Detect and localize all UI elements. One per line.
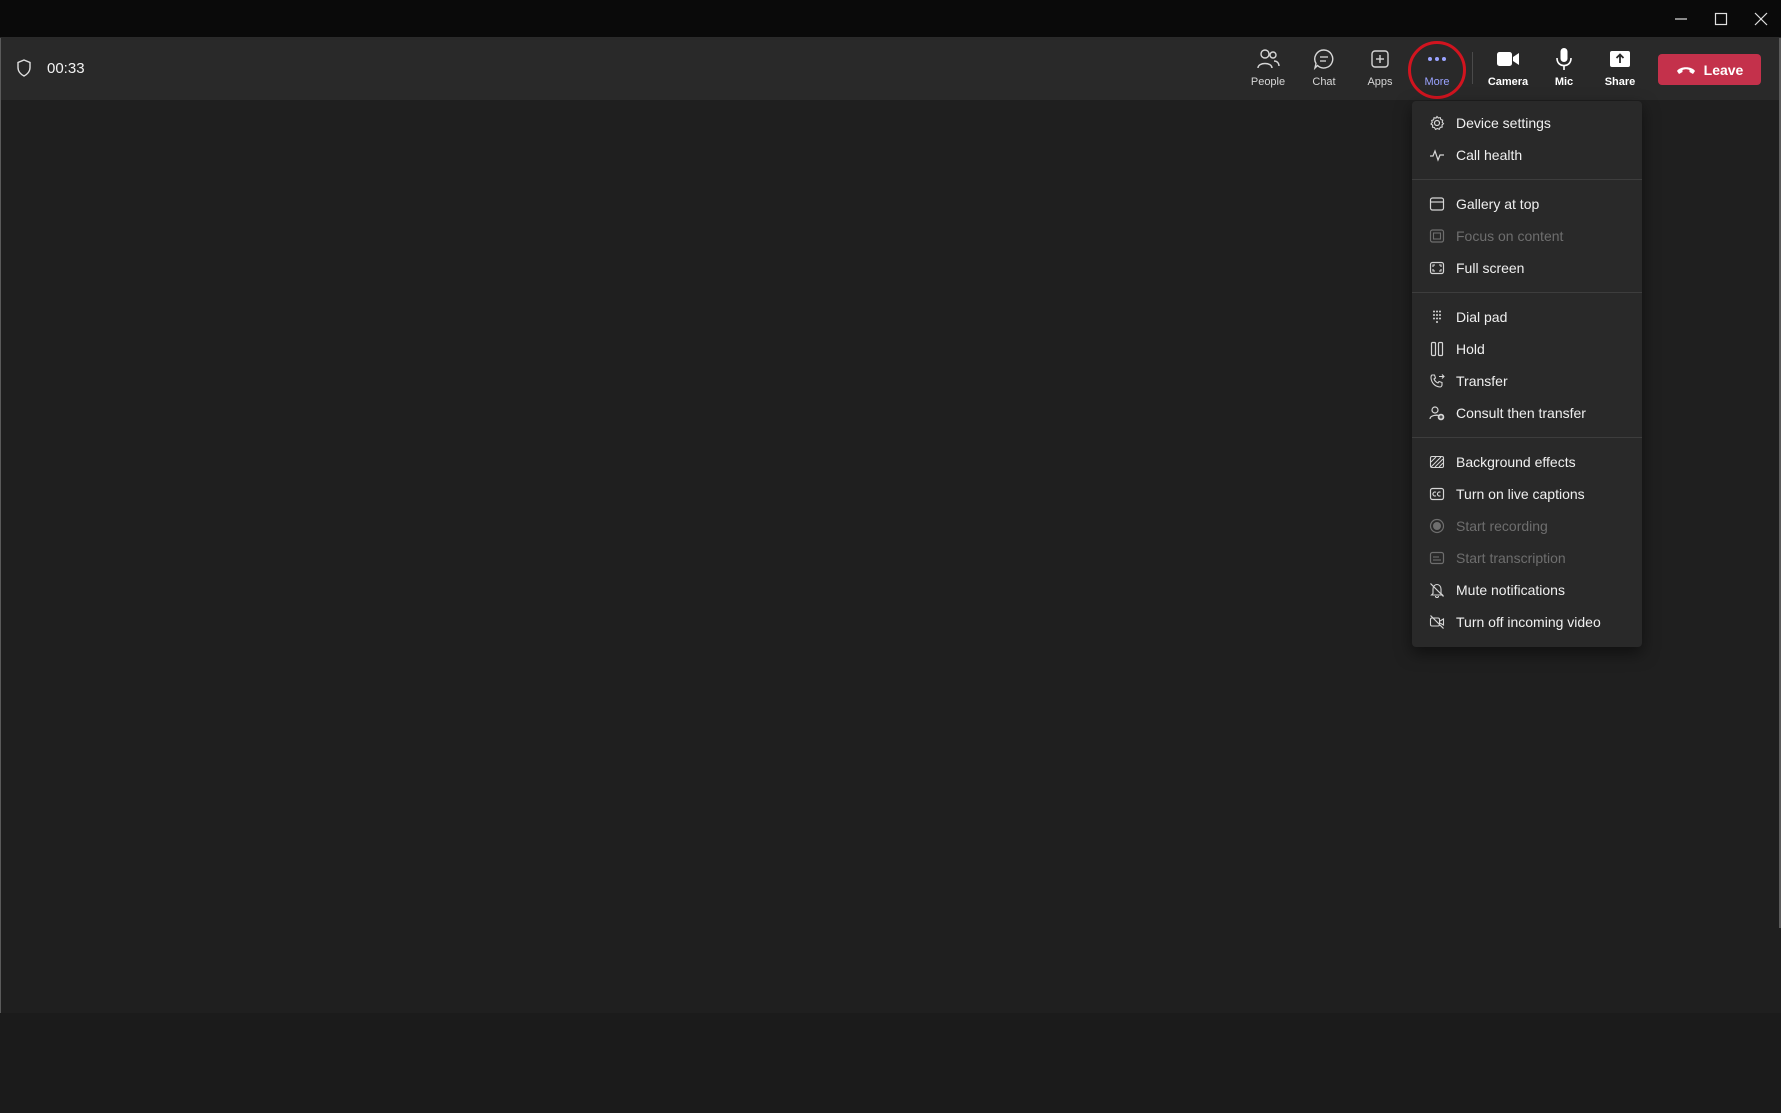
- menu-item-device-settings[interactable]: Device settings: [1412, 107, 1642, 139]
- menu-item-label: Gallery at top: [1456, 196, 1540, 212]
- minimize-button[interactable]: [1661, 0, 1701, 38]
- menu-item-start-transcription[interactable]: Start transcription: [1412, 542, 1642, 574]
- menu-item-label: Start recording: [1456, 518, 1548, 534]
- menu-item-label: Call health: [1456, 147, 1523, 163]
- menu-divider: [1412, 179, 1642, 180]
- menu-item-dial-pad[interactable]: Dial pad: [1412, 301, 1642, 333]
- gear-icon: [1430, 115, 1445, 131]
- more-button[interactable]: More: [1410, 46, 1464, 94]
- menu-item-focus-on-content[interactable]: Focus on content: [1412, 220, 1642, 252]
- menu-item-label: Mute notifications: [1456, 582, 1565, 598]
- transfer-icon: [1430, 374, 1445, 388]
- more-label: More: [1424, 76, 1450, 88]
- close-button[interactable]: [1741, 0, 1781, 38]
- shield-icon: [17, 59, 31, 77]
- more-options-menu: Device settings Call health Gallery at t…: [1412, 101, 1642, 647]
- menu-divider: [1412, 292, 1642, 293]
- video-off-icon: [1429, 615, 1445, 629]
- microphone-icon: [1556, 48, 1572, 70]
- apps-button[interactable]: Apps: [1353, 46, 1407, 94]
- apps-icon: [1371, 50, 1389, 68]
- menu-item-live-captions[interactable]: Turn on live captions: [1412, 478, 1642, 510]
- chat-button[interactable]: Chat: [1297, 46, 1351, 94]
- menu-item-label: Background effects: [1456, 454, 1576, 470]
- gallery-icon: [1429, 197, 1445, 211]
- menu-item-background-effects[interactable]: Background effects: [1412, 446, 1642, 478]
- dialpad-icon: [1433, 310, 1441, 323]
- camera-icon: [1497, 52, 1519, 66]
- menu-item-turn-off-incoming-video[interactable]: Turn off incoming video: [1412, 606, 1642, 638]
- menu-item-call-health[interactable]: Call health: [1412, 139, 1642, 171]
- focus-icon: [1429, 229, 1445, 243]
- menu-item-start-recording[interactable]: Start recording: [1412, 510, 1642, 542]
- window-border-left: [0, 38, 1, 1013]
- mic-label: Mic: [1554, 76, 1574, 88]
- menu-item-label: Dial pad: [1456, 309, 1508, 325]
- menu-item-label: Turn off incoming video: [1456, 614, 1601, 630]
- taskbar-area: [0, 1013, 1781, 1113]
- menu-item-label: Hold: [1456, 341, 1485, 357]
- title-bar: [0, 0, 1781, 38]
- share-screen-icon: [1610, 51, 1630, 67]
- fullscreen-icon: [1429, 261, 1445, 275]
- leave-button[interactable]: Leave: [1658, 54, 1761, 85]
- share-label: Share: [1604, 76, 1636, 88]
- background-icon: [1429, 455, 1445, 469]
- teams-call-window: 00:33 People Chat Apps More Camera Mic S…: [0, 0, 1781, 1113]
- menu-item-label: Start transcription: [1456, 550, 1566, 566]
- menu-item-full-screen[interactable]: Full screen: [1412, 252, 1642, 284]
- camera-button[interactable]: Camera: [1481, 46, 1535, 94]
- apps-label: Apps: [1367, 76, 1393, 88]
- menu-item-label: Transfer: [1456, 373, 1508, 389]
- maximize-button[interactable]: [1701, 0, 1741, 38]
- more-dots-icon: [1428, 57, 1446, 61]
- hang-up-icon: [1676, 66, 1695, 74]
- share-button[interactable]: Share: [1593, 46, 1647, 94]
- people-label: People: [1250, 76, 1286, 88]
- menu-item-label: Full screen: [1456, 260, 1525, 276]
- maximize-icon: [1714, 12, 1728, 26]
- menu-item-label: Focus on content: [1456, 228, 1564, 244]
- menu-divider: [1412, 437, 1642, 438]
- menu-item-hold[interactable]: Hold: [1412, 333, 1642, 365]
- close-icon: [1754, 12, 1768, 26]
- minimize-icon: [1675, 18, 1687, 20]
- chat-icon: [1313, 49, 1334, 70]
- consult-icon: [1429, 406, 1445, 421]
- leave-label: Leave: [1703, 61, 1744, 78]
- menu-item-label: Device settings: [1456, 115, 1551, 131]
- menu-item-label: Consult then transfer: [1456, 405, 1586, 421]
- menu-item-gallery-at-top[interactable]: Gallery at top: [1412, 188, 1642, 220]
- menu-item-transfer[interactable]: Transfer: [1412, 365, 1642, 397]
- call-timer: 00:33: [47, 60, 85, 77]
- bell-off-icon: [1430, 583, 1444, 598]
- camera-label: Camera: [1487, 76, 1529, 88]
- menu-item-label: Turn on live captions: [1456, 486, 1585, 502]
- menu-item-consult-then-transfer[interactable]: Consult then transfer: [1412, 397, 1642, 429]
- toolbar-divider: [1472, 52, 1473, 84]
- pause-icon: [1430, 341, 1444, 357]
- captions-icon: [1429, 487, 1445, 501]
- people-button[interactable]: People: [1241, 46, 1295, 94]
- record-icon: [1429, 518, 1445, 534]
- transcript-icon: [1429, 551, 1445, 565]
- pulse-icon: [1430, 149, 1444, 162]
- people-icon: [1257, 49, 1280, 69]
- mic-button[interactable]: Mic: [1537, 46, 1591, 94]
- chat-label: Chat: [1312, 76, 1336, 88]
- menu-item-mute-notifications[interactable]: Mute notifications: [1412, 574, 1642, 606]
